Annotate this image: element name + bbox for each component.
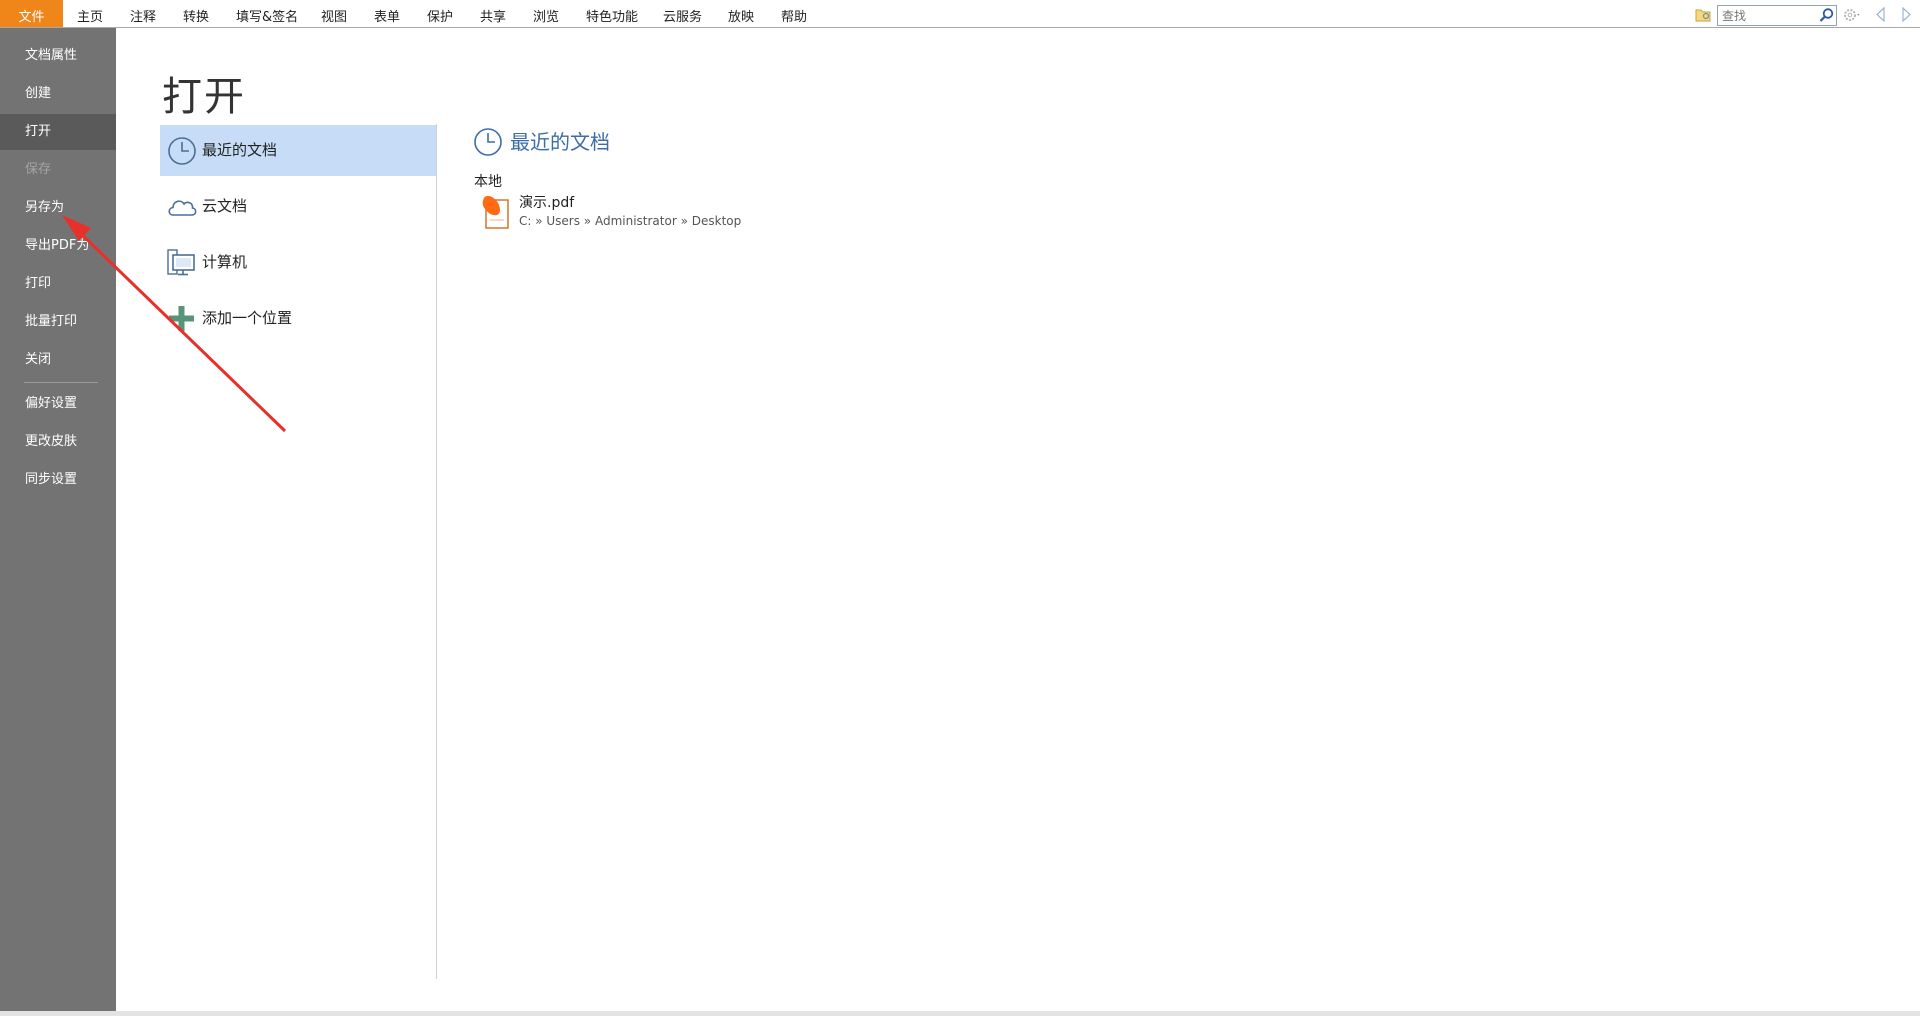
- place-computer[interactable]: 计算机: [160, 237, 436, 288]
- menu-convert[interactable]: 转换: [183, 0, 209, 27]
- menu-bar: 文件 主页 注释 转换 填写&签名 视图 表单 保护 共享 浏览 特色功能 云服…: [0, 0, 1920, 28]
- file-menu-divider: [24, 382, 98, 383]
- menu-view[interactable]: 视图: [321, 0, 347, 27]
- menu-share[interactable]: 共享: [480, 0, 506, 27]
- menu-cloud-services[interactable]: 云服务: [663, 0, 702, 27]
- menu-fill-sign[interactable]: 填写&签名: [236, 0, 298, 27]
- clock-icon: [168, 137, 196, 165]
- file-menu-sync-settings[interactable]: 同步设置: [0, 462, 116, 498]
- clock-icon: [474, 128, 502, 156]
- cloud-icon: [168, 200, 197, 216]
- page-title: 打开: [162, 74, 246, 120]
- file-menu-batch-print[interactable]: 批量打印: [0, 304, 116, 340]
- pdf-file-icon: [482, 195, 509, 229]
- place-add-location[interactable]: 添加一个位置: [160, 293, 436, 344]
- place-label: 计算机: [202, 253, 248, 271]
- file-menu-print[interactable]: 打印: [0, 266, 116, 302]
- menu-comment[interactable]: 注释: [130, 0, 156, 27]
- file-menu-save-as[interactable]: 另存为: [0, 190, 116, 226]
- file-name: 演示.pdf: [519, 195, 575, 211]
- computer-icon: [167, 249, 195, 276]
- place-label: 最近的文档: [202, 141, 278, 159]
- search-icon[interactable]: [1818, 7, 1835, 24]
- menu-form[interactable]: 表单: [374, 0, 400, 27]
- recent-file-item[interactable]: 演示.pdf C: » Users » Administrator » Desk…: [474, 190, 774, 234]
- menu-protect[interactable]: 保护: [427, 0, 453, 27]
- file-menu-preferences[interactable]: 偏好设置: [0, 386, 116, 422]
- file-path: C: » Users » Administrator » Desktop: [519, 214, 742, 228]
- file-menu-export-pdf[interactable]: 导出PDF为: [0, 228, 116, 264]
- menu-browse[interactable]: 浏览: [533, 0, 559, 27]
- place-recent-documents[interactable]: 最近的文档: [160, 125, 436, 176]
- local-group-label: 本地: [474, 174, 502, 190]
- place-cloud-documents[interactable]: 云文档: [160, 181, 436, 232]
- menu-features[interactable]: 特色功能: [586, 0, 638, 27]
- menu-home[interactable]: 主页: [77, 0, 103, 27]
- file-menu-document-properties[interactable]: 文档属性: [0, 38, 116, 74]
- file-menu-create[interactable]: 创建: [0, 76, 116, 112]
- folder-search-icon[interactable]: [1695, 7, 1712, 22]
- nav-back-icon[interactable]: [1875, 7, 1887, 22]
- recent-documents-header: 最近的文档: [510, 130, 610, 154]
- search-box: [1717, 5, 1837, 26]
- file-menu: 文档属性 创建 打开 保存 另存为 导出PDF为 打印 批量打印 关闭 偏好设置…: [0, 28, 116, 1011]
- place-label: 云文档: [202, 197, 248, 215]
- menu-slideshow[interactable]: 放映: [728, 0, 754, 27]
- status-bar: [0, 1011, 1920, 1016]
- settings-icon[interactable]: [1843, 7, 1863, 23]
- places-divider: [436, 124, 437, 979]
- menu-file[interactable]: 文件: [0, 0, 63, 27]
- place-label: 添加一个位置: [202, 309, 293, 327]
- file-menu-open[interactable]: 打开: [0, 114, 116, 150]
- menu-help[interactable]: 帮助: [781, 0, 807, 27]
- file-menu-close[interactable]: 关闭: [0, 342, 116, 378]
- search-input[interactable]: [1718, 6, 1818, 25]
- plus-icon: [169, 306, 194, 331]
- file-menu-save: 保存: [25, 162, 52, 177]
- file-menu-change-skin[interactable]: 更改皮肤: [0, 424, 116, 460]
- nav-forward-icon[interactable]: [1900, 7, 1912, 22]
